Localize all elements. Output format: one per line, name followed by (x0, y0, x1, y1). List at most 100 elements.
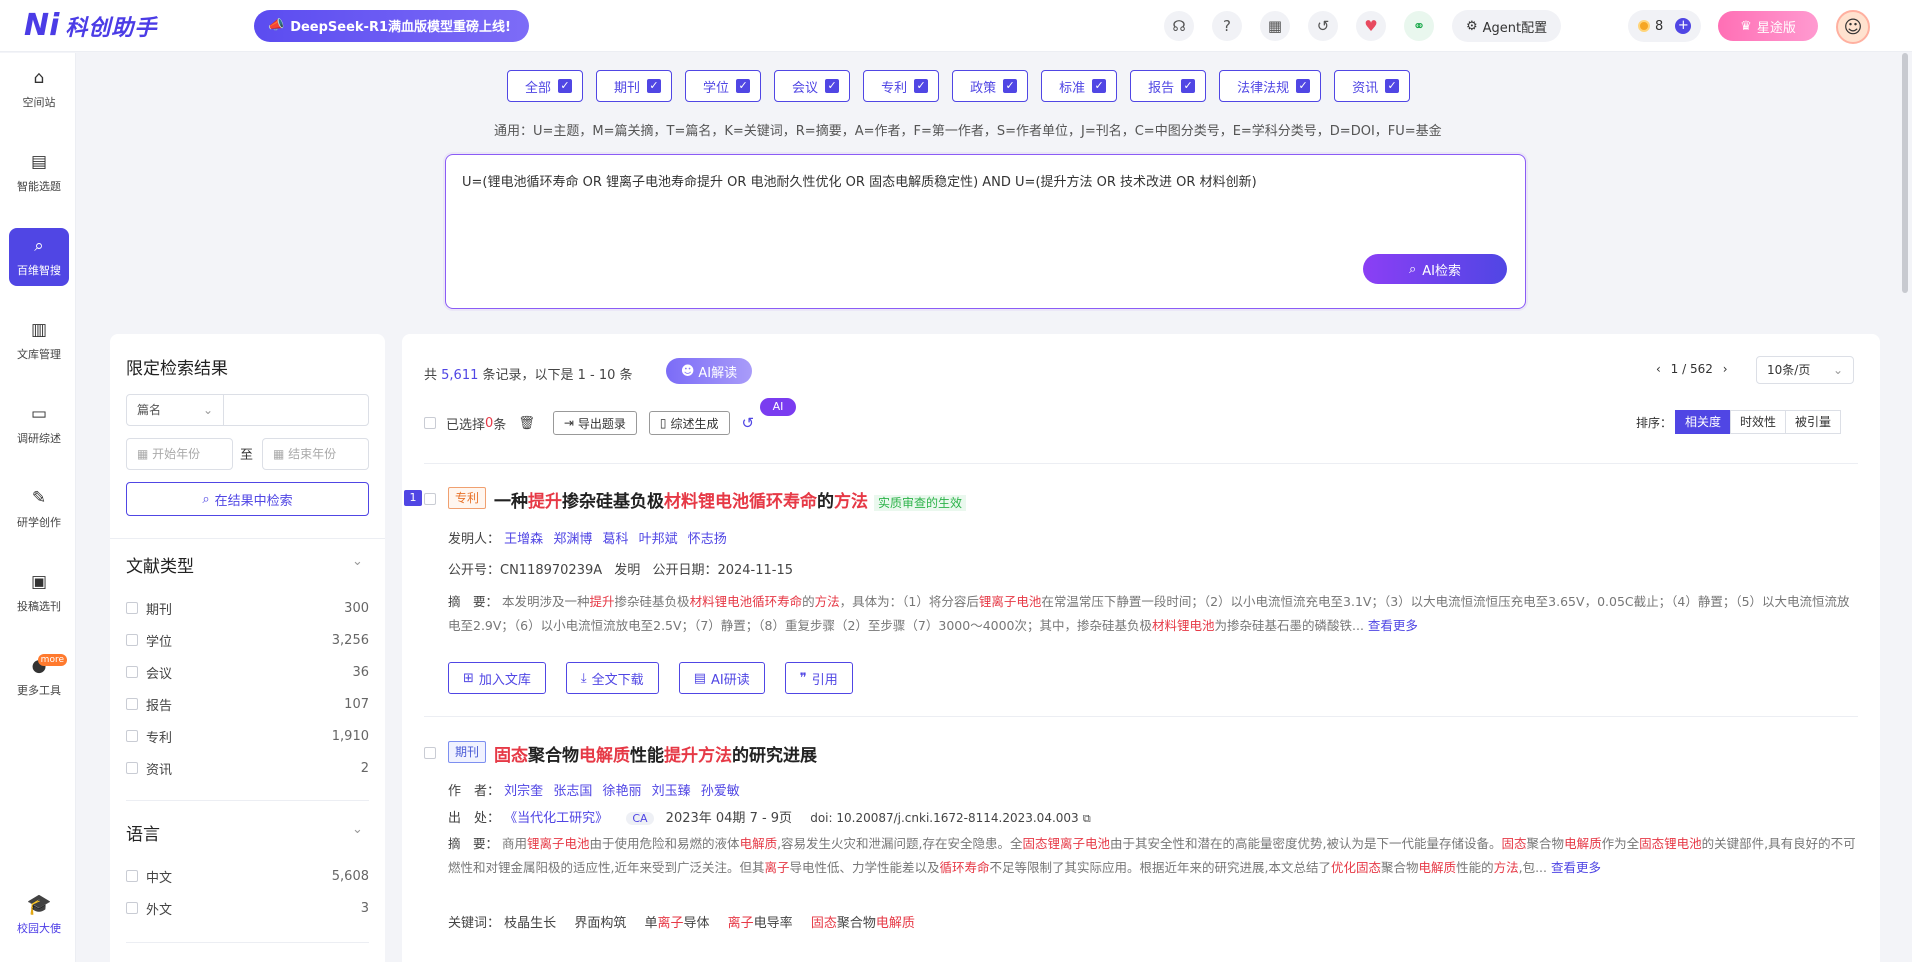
trash-icon[interactable]: 🗑 (518, 416, 535, 431)
query-text[interactable]: U=(锂电池循环寿命 OR 锂离子电池寿命提升 OR 电池耐久性优化 OR 固态… (462, 171, 1257, 190)
result-title[interactable]: 固态聚合物电解质性能提升方法的研究进展 (494, 741, 817, 766)
publication-number: 公开号：CN118970239A (448, 563, 603, 578)
keyword[interactable]: 界面构筑 (574, 916, 626, 931)
ai-interpret-button[interactable]: ☻ AI解读 (666, 358, 752, 384)
doc-type-option[interactable]: 会议 36 (126, 662, 369, 682)
chevron-up-icon[interactable]: ⌄ (352, 554, 363, 569)
calendar-icon[interactable]: ▦ (1260, 11, 1290, 41)
view-more-link[interactable]: 查看更多 (1551, 860, 1601, 875)
result-checkbox[interactable] (424, 493, 436, 505)
author-link[interactable]: 王增森 (504, 532, 543, 547)
coin-balance[interactable]: 8 + (1628, 10, 1702, 42)
type-chip[interactable]: 资讯 ✓ (1334, 70, 1411, 102)
nav-item-space-station[interactable]: ⌂ 空间站 (9, 60, 69, 118)
doc-type-option[interactable]: 报告 107 (126, 694, 369, 714)
checkbox[interactable] (126, 870, 138, 882)
checkbox[interactable] (126, 698, 138, 710)
add-to-library-button[interactable]: ⊞ 加入文库 (448, 662, 546, 694)
ai-search-button[interactable]: ⌕ AI检索 (1363, 254, 1507, 284)
language-option[interactable]: 中文 5,608 (126, 866, 369, 886)
language-option[interactable]: 外文 3 (126, 898, 369, 918)
prev-page-icon[interactable]: ‹ (1656, 362, 1661, 376)
field-select[interactable]: 篇名 ⌄ (126, 394, 224, 426)
author-link[interactable]: 徐艳丽 (602, 784, 641, 799)
query-textarea[interactable]: U=(锂电池循环寿命 OR 锂离子电池寿命提升 OR 电池耐久性优化 OR 固态… (445, 154, 1526, 309)
type-chip[interactable]: 政策 ✓ (952, 70, 1029, 102)
type-chip[interactable]: 会议 ✓ (774, 70, 851, 102)
result-checkbox[interactable] (424, 747, 436, 759)
campus-ambassador[interactable]: 🎓 校园大使 (9, 892, 69, 936)
type-chip[interactable]: 专利 ✓ (863, 70, 940, 102)
announcement-banner[interactable]: 📣 DeepSeek-R1满血版模型重磅上线! (254, 9, 529, 42)
app-logo[interactable]: Ni 科创助手 (24, 8, 224, 43)
author-link[interactable]: 怀志扬 (688, 532, 727, 547)
ai-read-button[interactable]: ▤ AI研读 (678, 662, 765, 694)
checkbox[interactable] (126, 730, 138, 742)
checkbox[interactable] (126, 902, 138, 914)
nav-item-survey[interactable]: ▭ 调研综述 (9, 396, 69, 454)
sort-recency[interactable]: 时效性 (1730, 410, 1787, 434)
view-more-link[interactable]: 查看更多 (1368, 618, 1418, 633)
keyword[interactable]: 单离子导体 (644, 916, 709, 931)
end-year-input[interactable]: ▦ 结束年份 (262, 438, 369, 470)
type-chip[interactable]: 报告 ✓ (1130, 70, 1207, 102)
download-button[interactable]: ⤓ 全文下载 (565, 662, 659, 694)
headset-icon[interactable]: ☊ (1164, 11, 1194, 41)
author-link[interactable]: 郑渊博 (553, 532, 592, 547)
history-icon[interactable]: ↺ (1308, 11, 1338, 41)
type-chip[interactable]: 法律法规 ✓ (1219, 70, 1322, 102)
doc-type-option[interactable]: 资讯 2 (126, 758, 369, 778)
export-button[interactable]: ⇥ 导出题录 (552, 411, 637, 435)
author-link[interactable]: 叶邦斌 (639, 532, 678, 547)
sort-citations[interactable]: 被引量 (1785, 410, 1842, 434)
author-link[interactable]: 葛科 (602, 532, 628, 547)
type-chip[interactable]: 期刊 ✓ (596, 70, 673, 102)
book-open-icon: ▭ (30, 404, 48, 424)
start-year-input[interactable]: ▦ 开始年份 (126, 438, 233, 470)
checkbox[interactable] (126, 634, 138, 646)
type-chip[interactable]: 标准 ✓ (1041, 70, 1118, 102)
nav-item-smart-search[interactable]: ⌕ 百维智搜 (9, 228, 69, 286)
author-link[interactable]: 孙爱敏 (701, 784, 740, 799)
author-link[interactable]: 张志国 (553, 784, 592, 799)
chevron-up-icon[interactable]: ⌄ (352, 822, 363, 837)
keyword[interactable]: 固态聚合物电解质 (811, 916, 915, 931)
history-icon[interactable]: ↺ (742, 414, 755, 432)
nav-item-library[interactable]: ▥ 文库管理 (9, 312, 69, 370)
agent-config-button[interactable]: ⚙ Agent配置 (1452, 10, 1562, 42)
select-all-checkbox[interactable] (424, 417, 436, 429)
copy-icon[interactable]: ⧉ (1083, 812, 1091, 825)
nav-item-smart-topic[interactable]: ▤ 智能选题 (9, 144, 69, 202)
sort-relevance[interactable]: 相关度 (1675, 410, 1732, 434)
search-in-results-button[interactable]: ⌕ 在结果中检索 (126, 482, 369, 516)
next-page-icon[interactable]: › (1723, 362, 1728, 376)
review-generate-button[interactable]: ▯ 综述生成 (648, 411, 730, 435)
result-title[interactable]: 一种提升掺杂硅基负极材料锂电池循环寿命的方法 实质审查的生效 (494, 487, 967, 512)
checkbox[interactable] (126, 666, 138, 678)
type-chip[interactable]: 学位 ✓ (685, 70, 762, 102)
page-size-select[interactable]: 10条/页 ⌄ (1756, 356, 1854, 384)
add-coins-button[interactable]: + (1675, 18, 1692, 34)
author-link[interactable]: 刘玉臻 (652, 784, 691, 799)
vip-button[interactable]: ♛ 星途版 (1718, 11, 1818, 41)
heart-icon[interactable]: ♥ (1356, 11, 1386, 41)
keyword[interactable]: 离子电导率 (728, 916, 793, 931)
keyword[interactable]: 枝晶生长 (504, 916, 556, 931)
link-icon[interactable]: ⚭ (1404, 11, 1434, 41)
filter-keyword-input[interactable] (223, 394, 369, 426)
cite-button[interactable]: ❞ 引用 (784, 662, 853, 694)
avatar[interactable]: ☺ (1836, 10, 1870, 44)
checkbox[interactable] (126, 602, 138, 614)
author-link[interactable]: 刘宗奎 (504, 784, 543, 799)
checkbox[interactable] (126, 762, 138, 774)
doc-type-option[interactable]: 期刊 300 (126, 598, 369, 618)
nav-item-more-tools[interactable]: ● 更多工具 more (9, 648, 69, 706)
doc-type-option[interactable]: 学位 3,256 (126, 630, 369, 650)
nav-item-writing[interactable]: ✎ 研学创作 (9, 480, 69, 538)
type-chip[interactable]: 全部 ✓ (507, 70, 584, 102)
help-icon[interactable]: ? (1212, 11, 1242, 41)
page-scrollbar[interactable] (1902, 53, 1908, 293)
journal-link[interactable]: 《当代化工研究》 (504, 811, 608, 826)
doc-type-option[interactable]: 专利 1,910 (126, 726, 369, 746)
nav-item-submission[interactable]: ▣ 投稿选刊 (9, 564, 69, 622)
